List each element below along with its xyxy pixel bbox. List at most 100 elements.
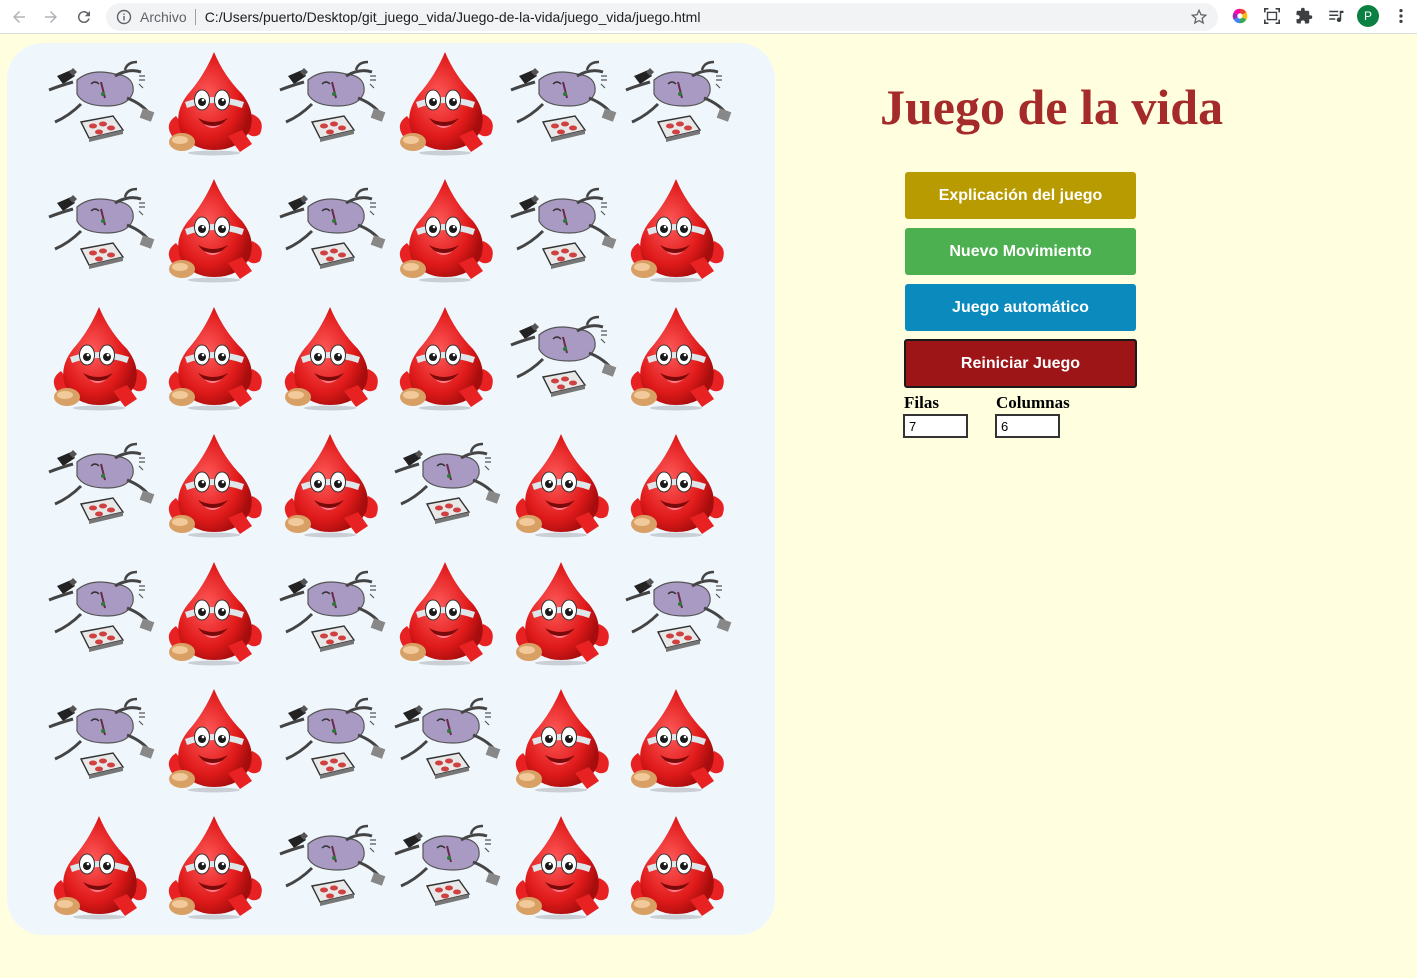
virus-icon bbox=[274, 556, 386, 668]
alive-cell[interactable] bbox=[620, 173, 732, 285]
alive-cell[interactable] bbox=[158, 556, 270, 668]
dead-cell[interactable] bbox=[389, 810, 501, 922]
virus-icon bbox=[274, 173, 386, 285]
alive-cell[interactable] bbox=[389, 301, 501, 413]
alive-cell[interactable] bbox=[505, 683, 617, 795]
alive-cell[interactable] bbox=[274, 301, 386, 413]
alive-cell[interactable] bbox=[620, 428, 732, 540]
alive-cell[interactable] bbox=[158, 810, 270, 922]
dead-cell[interactable] bbox=[505, 301, 617, 413]
dead-cell[interactable] bbox=[389, 683, 501, 795]
alive-cell[interactable] bbox=[389, 556, 501, 668]
blood-drop-icon bbox=[158, 428, 270, 540]
blood-drop-icon bbox=[620, 301, 732, 413]
virus-icon bbox=[274, 810, 386, 922]
virus-icon bbox=[505, 301, 617, 413]
forward-icon[interactable] bbox=[35, 1, 67, 33]
dead-cell[interactable] bbox=[274, 556, 386, 668]
dead-cell[interactable] bbox=[620, 46, 732, 158]
rows-input[interactable] bbox=[903, 414, 968, 438]
dead-cell[interactable] bbox=[274, 173, 386, 285]
blood-drop-icon bbox=[158, 173, 270, 285]
virus-icon bbox=[389, 428, 501, 540]
virus-icon bbox=[43, 46, 155, 158]
extensions-puzzle-icon[interactable] bbox=[1294, 6, 1314, 26]
dead-cell[interactable] bbox=[274, 683, 386, 795]
reload-icon[interactable] bbox=[68, 1, 100, 33]
blood-drop-icon bbox=[505, 428, 617, 540]
dead-cell[interactable] bbox=[389, 428, 501, 540]
dead-cell[interactable] bbox=[43, 173, 155, 285]
alive-cell[interactable] bbox=[43, 301, 155, 413]
alive-cell[interactable] bbox=[620, 301, 732, 413]
divider bbox=[194, 9, 196, 25]
alive-cell[interactable] bbox=[620, 810, 732, 922]
blood-drop-icon bbox=[620, 173, 732, 285]
blood-drop-icon bbox=[158, 46, 270, 158]
alive-cell[interactable] bbox=[389, 46, 501, 158]
dead-cell[interactable] bbox=[505, 46, 617, 158]
alive-cell[interactable] bbox=[505, 556, 617, 668]
virus-icon bbox=[505, 46, 617, 158]
alive-cell[interactable] bbox=[158, 46, 270, 158]
media-queue-icon[interactable] bbox=[1326, 6, 1346, 26]
blood-drop-icon bbox=[505, 683, 617, 795]
blood-drop-icon bbox=[389, 173, 501, 285]
dead-cell[interactable] bbox=[43, 46, 155, 158]
profile-avatar[interactable]: P bbox=[1357, 5, 1379, 27]
alive-cell[interactable] bbox=[158, 683, 270, 795]
dead-cell[interactable] bbox=[43, 428, 155, 540]
virus-icon bbox=[43, 556, 155, 668]
blood-drop-icon bbox=[158, 556, 270, 668]
blood-drop-icon bbox=[158, 810, 270, 922]
blood-drop-icon bbox=[505, 810, 617, 922]
blood-drop-icon bbox=[620, 810, 732, 922]
more-menu-icon[interactable] bbox=[1391, 6, 1411, 26]
dead-cell[interactable] bbox=[274, 46, 386, 158]
alive-cell[interactable] bbox=[389, 173, 501, 285]
rows-label: Filas bbox=[904, 393, 939, 412]
columns-label: Columnas bbox=[996, 393, 1070, 412]
back-icon[interactable] bbox=[3, 1, 35, 33]
blood-drop-icon bbox=[620, 683, 732, 795]
dead-cell[interactable] bbox=[43, 556, 155, 668]
color-extension-icon[interactable] bbox=[1230, 6, 1250, 26]
blood-drop-icon bbox=[389, 46, 501, 158]
auto-play-button[interactable]: Juego automático bbox=[905, 284, 1136, 331]
blood-drop-icon bbox=[158, 301, 270, 413]
explain-game-button[interactable]: Explicación del juego bbox=[905, 172, 1136, 219]
address-bar[interactable]: Archivo C:/Users/puerto/Desktop/git_jueg… bbox=[106, 3, 1218, 31]
virus-icon bbox=[620, 556, 732, 668]
blood-drop-icon bbox=[43, 810, 155, 922]
blood-drop-icon bbox=[274, 301, 386, 413]
protocol-label: Archivo bbox=[140, 9, 187, 25]
alive-cell[interactable] bbox=[158, 428, 270, 540]
blood-drop-icon bbox=[505, 556, 617, 668]
alive-cell[interactable] bbox=[43, 810, 155, 922]
virus-icon bbox=[620, 46, 732, 158]
blood-drop-icon bbox=[620, 428, 732, 540]
dead-cell[interactable] bbox=[505, 173, 617, 285]
reset-game-button[interactable]: Reiniciar Juego bbox=[904, 339, 1137, 388]
info-icon[interactable] bbox=[116, 9, 132, 25]
dead-cell[interactable] bbox=[43, 683, 155, 795]
blood-drop-icon bbox=[389, 301, 501, 413]
dead-cell[interactable] bbox=[620, 556, 732, 668]
bookmark-star-icon[interactable] bbox=[1190, 8, 1208, 26]
virus-icon bbox=[389, 810, 501, 922]
alive-cell[interactable] bbox=[158, 173, 270, 285]
alive-cell[interactable] bbox=[274, 428, 386, 540]
blood-drop-icon bbox=[43, 301, 155, 413]
columns-input[interactable] bbox=[995, 414, 1060, 438]
next-move-button[interactable]: Nuevo Movimiento bbox=[905, 228, 1136, 275]
dead-cell[interactable] bbox=[274, 810, 386, 922]
screenshot-icon[interactable] bbox=[1262, 6, 1282, 26]
alive-cell[interactable] bbox=[158, 301, 270, 413]
url-text[interactable]: C:/Users/puerto/Desktop/git_juego_vida/J… bbox=[205, 9, 701, 25]
blood-drop-icon bbox=[158, 683, 270, 795]
alive-cell[interactable] bbox=[505, 810, 617, 922]
alive-cell[interactable] bbox=[505, 428, 617, 540]
browser-toolbar: Archivo C:/Users/puerto/Desktop/git_jueg… bbox=[0, 0, 1417, 34]
alive-cell[interactable] bbox=[620, 683, 732, 795]
virus-icon bbox=[274, 683, 386, 795]
